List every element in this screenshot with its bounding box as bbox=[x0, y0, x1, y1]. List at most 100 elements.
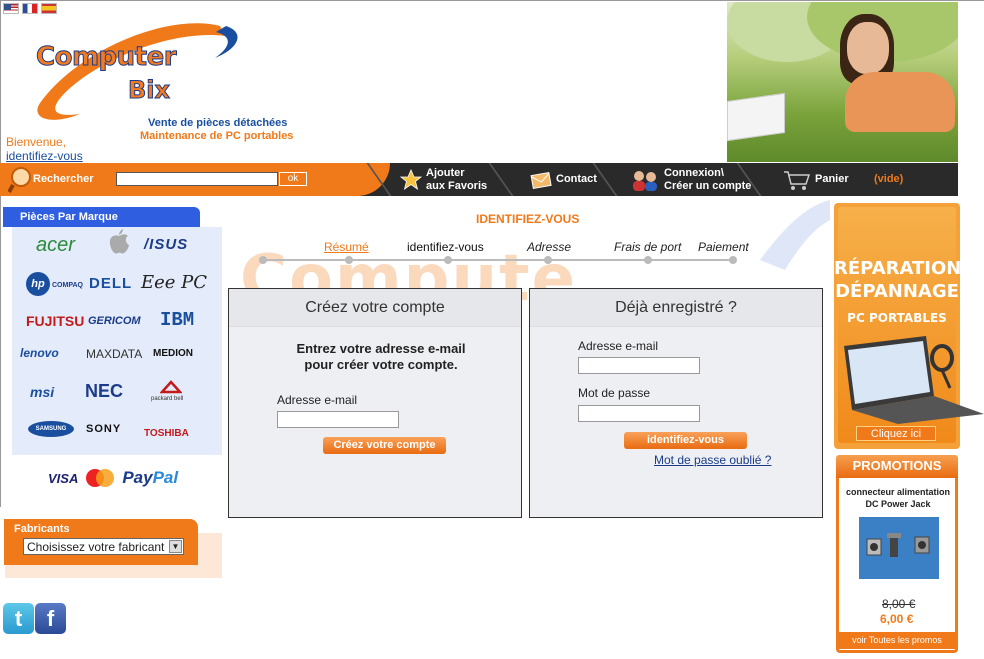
flag-french-icon[interactable] bbox=[22, 3, 38, 14]
step-dot bbox=[345, 256, 353, 264]
payment-methods: VISA PayPal bbox=[48, 468, 178, 488]
brand-hp-icon[interactable]: hp bbox=[26, 272, 50, 296]
login-email-label: Adresse e-mail bbox=[578, 339, 659, 353]
identify-link[interactable]: identifiez-vous bbox=[6, 149, 83, 163]
favorites-label-2: aux Favoris bbox=[426, 179, 488, 192]
create-email-input[interactable] bbox=[277, 411, 399, 428]
welcome-text: Bienvenue, bbox=[6, 135, 67, 149]
step-dot bbox=[644, 256, 652, 264]
brand-toshiba[interactable]: TOSHIBA bbox=[144, 428, 189, 439]
search-input[interactable] bbox=[116, 172, 278, 186]
cart-button[interactable]: Panier bbox=[783, 163, 849, 196]
checkout-steps-line bbox=[262, 259, 735, 261]
flag-english-icon[interactable] bbox=[3, 3, 19, 14]
repair-click-here-button[interactable]: Cliquez ici bbox=[856, 426, 936, 441]
manufacturer-select-value: Choisissez votre fabricant bbox=[27, 540, 165, 554]
step-payment: Paiement bbox=[698, 240, 749, 254]
search-label: Rechercher bbox=[33, 173, 94, 185]
chevron-down-icon[interactable]: ▼ bbox=[169, 540, 182, 553]
brand-apple-icon[interactable] bbox=[108, 229, 130, 255]
brand-dell[interactable]: DELL bbox=[89, 275, 132, 292]
brand-msi[interactable]: msi bbox=[30, 384, 54, 400]
brands-title: Pièces Par Marque bbox=[3, 207, 200, 227]
login-register-button[interactable]: Connexion\ Créer un compte bbox=[630, 163, 751, 196]
brand-asus[interactable]: /ISUS bbox=[144, 236, 188, 253]
promotions-title: PROMOTIONS bbox=[836, 455, 958, 478]
brand-nec[interactable]: NEC bbox=[85, 381, 123, 402]
mastercard-icon bbox=[86, 469, 115, 487]
logo-text-bix: Bix bbox=[128, 76, 171, 105]
promo-old-price: 8,00 € bbox=[882, 597, 916, 611]
brand-acer[interactable]: acer bbox=[36, 234, 75, 257]
create-account-panel: Créez votre compte Entrez votre adresse … bbox=[228, 288, 522, 518]
star-icon bbox=[400, 168, 422, 190]
brand-compaq[interactable]: COMPAQ bbox=[52, 282, 83, 289]
step-shipping: Frais de port bbox=[614, 240, 682, 254]
laptop-repair-icon bbox=[844, 336, 984, 424]
step-dot bbox=[729, 256, 737, 264]
login-label-2: Créer un compte bbox=[664, 179, 752, 192]
step-dot bbox=[544, 256, 552, 264]
brand-eeepc[interactable]: Eee PC bbox=[141, 272, 207, 293]
step-dot bbox=[259, 256, 267, 264]
twitter-icon[interactable]: t bbox=[3, 603, 34, 634]
login-password-label: Mot de passe bbox=[578, 386, 651, 400]
brand-gericom[interactable]: GERICOM bbox=[88, 315, 141, 327]
login-title: Déjà enregistré ? bbox=[530, 289, 822, 327]
promo-product-image[interactable] bbox=[859, 517, 939, 579]
add-favorites-button[interactable]: Ajouter aux Favoris bbox=[400, 163, 487, 196]
contact-button[interactable]: Contact bbox=[530, 163, 597, 196]
login-submit-button[interactable]: identifiez-vous bbox=[624, 432, 747, 449]
users-icon bbox=[633, 170, 657, 191]
forgot-password-link[interactable]: Mot de passe oublié ? bbox=[654, 453, 771, 467]
brand-ibm[interactable]: IBM bbox=[160, 309, 194, 331]
brand-packard-bell[interactable]: packard bell bbox=[151, 396, 183, 402]
repair-title-2: DÉPANNAGE bbox=[835, 281, 959, 302]
favorites-label-1: Ajouter bbox=[426, 166, 465, 179]
left-border bbox=[0, 0, 1, 507]
manufacturers-title: Fabricants bbox=[14, 523, 70, 535]
repair-title-1: RÉPARATION bbox=[834, 258, 962, 279]
brand-samsung[interactable]: SAMSUNG bbox=[28, 421, 74, 437]
page-title: IDENTIFIEZ-VOUS bbox=[476, 212, 580, 226]
visa-logo: VISA bbox=[48, 470, 79, 486]
brand-maxdata[interactable]: MAXDATA bbox=[86, 347, 142, 361]
packard-bell-icon bbox=[160, 380, 182, 394]
brand-sony[interactable]: SONY bbox=[86, 423, 121, 435]
search-ok-button[interactable]: ok bbox=[279, 172, 307, 186]
step-identify: identifiez-vous bbox=[407, 240, 484, 254]
cart-label: Panier bbox=[815, 173, 849, 185]
site-logo[interactable]: Computer Bix bbox=[20, 18, 245, 130]
promo-product-name[interactable]: connecteur alimentation DC Power Jack bbox=[840, 486, 956, 510]
logo-text-computer: Computer bbox=[35, 42, 177, 73]
tagline-maintenance: Maintenance de PC portables bbox=[140, 130, 294, 142]
brand-fujitsu[interactable]: FUJITSU bbox=[26, 313, 84, 329]
main-navbar: Rechercher ok Ajouter aux Favoris Contact… bbox=[0, 163, 958, 196]
cart-status: (vide) bbox=[874, 173, 904, 185]
envelope-icon bbox=[530, 171, 552, 189]
tagline-sales: Vente de pièces détachées bbox=[148, 117, 288, 129]
brand-lenovo[interactable]: lenovo bbox=[20, 346, 59, 360]
language-flags bbox=[3, 3, 57, 14]
login-panel: Déjà enregistré ? Adresse e-mail Mot de … bbox=[529, 288, 823, 518]
login-password-input[interactable] bbox=[578, 405, 700, 422]
step-summary[interactable]: Résumé bbox=[324, 240, 369, 254]
step-address: Adresse bbox=[527, 240, 572, 254]
brand-medion[interactable]: MEDION bbox=[153, 348, 193, 359]
create-email-label: Adresse e-mail bbox=[277, 393, 358, 407]
see-all-promos-link[interactable]: voir Toutes les promos bbox=[836, 632, 958, 649]
create-account-title: Créez votre compte bbox=[229, 289, 521, 327]
login-email-input[interactable] bbox=[578, 357, 700, 374]
repair-title-3: PC PORTABLES bbox=[847, 311, 947, 325]
create-account-button[interactable]: Créez votre compte bbox=[323, 437, 446, 454]
contact-label: Contact bbox=[556, 173, 597, 185]
hero-banner-image bbox=[727, 2, 958, 162]
cart-icon bbox=[784, 170, 811, 190]
manufacturer-select[interactable]: Choisissez votre fabricant ▼ bbox=[23, 538, 184, 555]
flag-spanish-icon[interactable] bbox=[41, 3, 57, 14]
create-account-intro: Entrez votre adresse e-mail pour créer v… bbox=[296, 341, 466, 372]
magnifier-icon bbox=[8, 167, 31, 193]
step-dot bbox=[444, 256, 452, 264]
facebook-icon[interactable]: f bbox=[35, 603, 66, 634]
promo-new-price: 6,00 € bbox=[880, 612, 914, 626]
